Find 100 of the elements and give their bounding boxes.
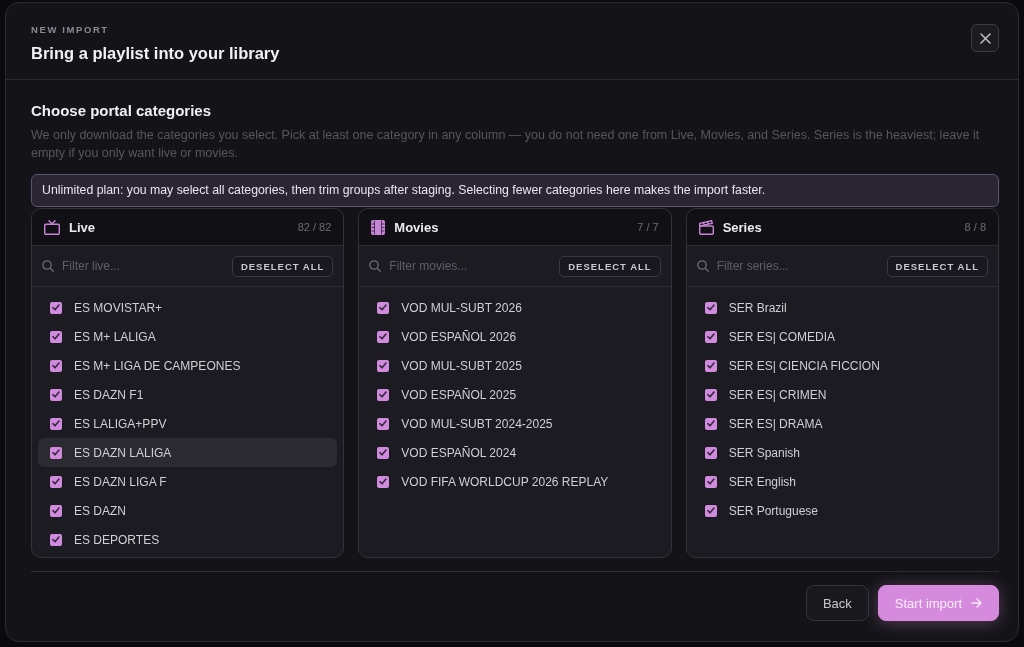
category-row[interactable]: ES DEPORTES	[38, 525, 338, 554]
category-label: VOD ESPAÑOL 2025	[401, 387, 517, 402]
check-icon	[379, 391, 388, 398]
category-label: SER Spanish	[728, 445, 801, 460]
category-label: ES DAZN LIGA F	[74, 474, 167, 489]
category-row[interactable]: SER Spanish	[692, 438, 992, 467]
category-row[interactable]: ES DAZN LALIGA	[38, 438, 338, 467]
checkbox[interactable]	[50, 417, 62, 430]
category-label: VOD ESPAÑOL 2026	[401, 329, 517, 344]
column-title: Series	[722, 219, 762, 235]
category-label: ES DAZN LALIGA	[74, 445, 172, 460]
close-button[interactable]	[971, 24, 999, 52]
column-title: Live	[69, 219, 95, 235]
selected-count: 7 / 7	[637, 221, 659, 233]
check-icon	[706, 391, 715, 398]
dialog-title: Bring a playlist into your library	[31, 43, 281, 64]
checkbox[interactable]	[377, 475, 390, 488]
arrow-right-icon	[971, 598, 982, 608]
category-row[interactable]: ES M+ LALIGA	[38, 322, 338, 351]
checkbox[interactable]	[377, 301, 390, 314]
checkbox[interactable]	[377, 446, 390, 459]
checkbox[interactable]	[377, 330, 390, 343]
category-row[interactable]: VOD ESPAÑOL 2024	[365, 438, 665, 467]
checkbox[interactable]	[704, 301, 717, 314]
search-icon	[369, 260, 382, 272]
checkbox[interactable]	[50, 446, 62, 459]
category-row[interactable]: ES DAZN F1	[38, 380, 338, 409]
tv-icon	[44, 219, 60, 235]
checkbox[interactable]	[704, 504, 717, 517]
checkbox[interactable]	[704, 359, 717, 372]
section-title: Choose portal categories	[31, 101, 213, 121]
checkbox[interactable]	[704, 388, 717, 401]
checkbox[interactable]	[377, 417, 390, 430]
checkbox[interactable]	[377, 388, 390, 401]
category-label: VOD MUL-SUBT 2026	[401, 300, 522, 315]
deselect-all-button[interactable]: DESELECT ALL	[559, 255, 661, 277]
checkbox[interactable]	[50, 330, 62, 343]
category-label: SER Portuguese	[728, 503, 819, 518]
checkbox[interactable]	[704, 417, 717, 430]
category-row[interactable]: VOD MUL-SUBT 2025	[365, 351, 665, 380]
checkbox[interactable]	[50, 533, 62, 546]
check-icon	[706, 507, 715, 514]
category-row[interactable]: VOD MUL-SUBT 2024-2025	[365, 409, 665, 438]
checkbox[interactable]	[50, 388, 62, 401]
section-description: We only download the categories you select. Pick at least one category in any column — you do not need one from Live, Movies, and Series. Series is the heaviest; leave it empty if you only want live or movies.	[31, 127, 981, 162]
category-row[interactable]: SER ES| CRIMEN	[692, 380, 992, 409]
category-row[interactable]: ES MOVISTAR+	[38, 293, 338, 322]
checkbox[interactable]	[50, 359, 62, 372]
category-row[interactable]: SER ES| COMEDIA	[692, 322, 992, 351]
category-row[interactable]: SER English	[692, 467, 992, 496]
check-icon	[379, 304, 388, 311]
checkbox[interactable]	[377, 359, 390, 372]
check-icon	[52, 449, 60, 456]
category-label: VOD MUL-SUBT 2024-2025	[401, 416, 553, 431]
category-row[interactable]: SER ES| DRAMA	[692, 409, 992, 438]
check-icon	[52, 420, 60, 427]
checkbox[interactable]	[50, 475, 62, 488]
category-row[interactable]: SER ES| CIENCIA FICCION	[692, 351, 992, 380]
category-row[interactable]: ES M+ LIGA DE CAMPEONES	[38, 351, 338, 380]
check-icon	[706, 420, 715, 427]
checkbox[interactable]	[704, 330, 717, 343]
category-row[interactable]: ES DAZN	[38, 496, 338, 525]
check-icon	[52, 304, 60, 311]
category-label: SER ES| CRIMEN	[728, 387, 827, 402]
dialog-eyebrow: NEW IMPORT	[31, 24, 110, 36]
category-label: SER ES| DRAMA	[728, 416, 823, 431]
deselect-all-button[interactable]: DESELECT ALL	[886, 255, 988, 277]
category-label: ES DAZN F1	[74, 387, 144, 402]
checkbox[interactable]	[50, 301, 62, 314]
category-row[interactable]: ES LALIGA+PPV	[38, 409, 338, 438]
search-icon	[696, 260, 709, 272]
category-label: ES M+ LALIGA	[74, 329, 156, 344]
deselect-all-button[interactable]: DESELECT ALL	[231, 255, 334, 277]
category-label: SER Brazil	[728, 300, 787, 315]
check-icon	[52, 507, 60, 514]
filter-field[interactable]: Filter series...	[716, 257, 879, 275]
selected-count: 82 / 82	[297, 221, 332, 233]
check-icon	[52, 362, 60, 369]
film-icon	[371, 219, 386, 235]
category-row[interactable]: VOD ESPAÑOL 2026	[365, 322, 665, 351]
check-icon	[379, 362, 388, 369]
category-row[interactable]: ES DAZN LIGA F	[38, 467, 338, 496]
checkbox[interactable]	[704, 475, 717, 488]
filter-field[interactable]: Filter movies...	[389, 257, 552, 275]
category-row[interactable]: SER Portuguese	[692, 496, 992, 525]
checkbox[interactable]	[50, 504, 62, 517]
check-icon	[379, 333, 388, 340]
check-icon	[706, 304, 715, 311]
category-label: VOD FIFA WORLDCUP 2026 REPLAY	[401, 474, 609, 489]
category-row[interactable]: VOD ESPAÑOL 2025	[365, 380, 665, 409]
check-icon	[706, 478, 715, 485]
category-row[interactable]: SER Brazil	[692, 293, 992, 322]
category-row[interactable]: VOD FIFA WORLDCUP 2026 REPLAY	[365, 467, 665, 496]
filter-field[interactable]: Filter live...	[62, 257, 224, 275]
check-icon	[52, 333, 60, 340]
category-row[interactable]: VOD MUL-SUBT 2026	[365, 293, 665, 322]
check-icon	[379, 478, 388, 485]
back-button[interactable]: Back	[805, 585, 869, 621]
checkbox[interactable]	[704, 446, 717, 459]
category-label: SER English	[728, 474, 797, 489]
